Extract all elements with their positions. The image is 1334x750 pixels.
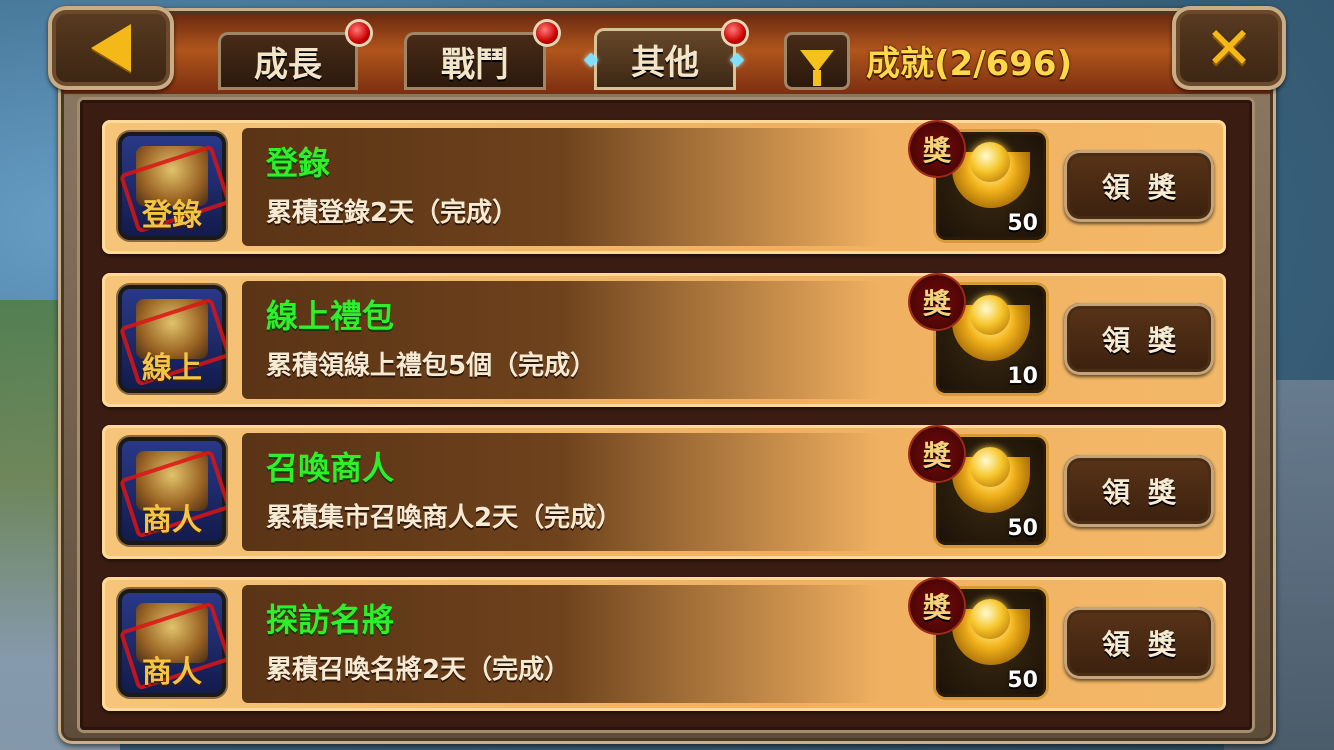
reward-quantity: 50 <box>1007 211 1038 236</box>
tab-label: 戰鬥 <box>441 44 509 85</box>
tab-other[interactable]: 其他 <box>594 28 736 90</box>
achievement-description: 累積登錄2天（完成） <box>266 198 519 228</box>
achievement-title: 召喚商人 <box>266 449 395 487</box>
back-button[interactable] <box>48 6 174 90</box>
icon-label: 線上 <box>142 351 202 386</box>
tab-label: 成長 <box>254 44 322 85</box>
close-icon: ✕ <box>1204 14 1254 82</box>
achievement-row: 商人 探訪名將 累積召喚名將2天（完成） 50 獎 領獎 <box>102 577 1226 711</box>
close-button[interactable]: ✕ <box>1172 6 1286 90</box>
achievement-row: 商人 召喚商人 累積集市召喚商人2天（完成） 50 獎 領獎 <box>102 425 1226 559</box>
claim-reward-button[interactable]: 領獎 <box>1064 150 1214 222</box>
achievement-title: 登錄 <box>266 144 331 182</box>
filter-funnel-icon <box>800 50 834 86</box>
reward-tag: 獎 <box>910 579 964 633</box>
tab-other-badge <box>724 22 746 44</box>
tab-growth[interactable]: 成長 <box>218 32 358 90</box>
gold-ingot-glow <box>970 295 1010 335</box>
tab-battle[interactable]: 戰鬥 <box>404 32 546 90</box>
achievement-description: 累積領線上禮包5個（完成） <box>266 351 597 381</box>
gold-ingot-glow <box>970 447 1010 487</box>
tab-battle-badge <box>536 22 558 44</box>
achievement-count-title: 成就(2/696) <box>866 44 1073 84</box>
achievement-row: 線上 線上禮包 累積領線上禮包5個（完成） 10 獎 領獎 <box>102 273 1226 407</box>
claim-reward-button[interactable]: 領獎 <box>1064 455 1214 527</box>
filter-button[interactable] <box>784 32 850 90</box>
achievement-title: 探訪名將 <box>266 601 395 639</box>
achievement-title: 線上禮包 <box>266 297 395 335</box>
claim-reward-button[interactable]: 領獎 <box>1064 607 1214 679</box>
reward-tag: 獎 <box>910 122 964 176</box>
back-arrow-icon <box>91 24 131 72</box>
achievement-row: 登錄 登錄 累積登錄2天（完成） 50 獎 領獎 <box>102 120 1226 254</box>
achievement-description: 累積集市召喚商人2天（完成） <box>266 503 623 533</box>
icon-label: 登錄 <box>142 198 202 233</box>
gold-ingot-glow <box>970 142 1010 182</box>
reward-quantity: 50 <box>1007 668 1038 693</box>
icon-label: 商人 <box>142 655 202 690</box>
achievement-icon: 商人 <box>118 589 226 697</box>
achievement-icon: 商人 <box>118 437 226 545</box>
reward-quantity: 50 <box>1007 516 1038 541</box>
claim-reward-button[interactable]: 領獎 <box>1064 303 1214 375</box>
gold-ingot-glow <box>970 599 1010 639</box>
reward-quantity: 10 <box>1007 364 1038 389</box>
icon-label: 商人 <box>142 503 202 538</box>
achievement-icon: 線上 <box>118 285 226 393</box>
achievement-icon: 登錄 <box>118 132 226 240</box>
achievement-description: 累積召喚名將2天（完成） <box>266 655 571 685</box>
tab-growth-badge <box>348 22 370 44</box>
tab-label: 其他 <box>631 42 699 83</box>
reward-tag: 獎 <box>910 427 964 481</box>
reward-tag: 獎 <box>910 275 964 329</box>
